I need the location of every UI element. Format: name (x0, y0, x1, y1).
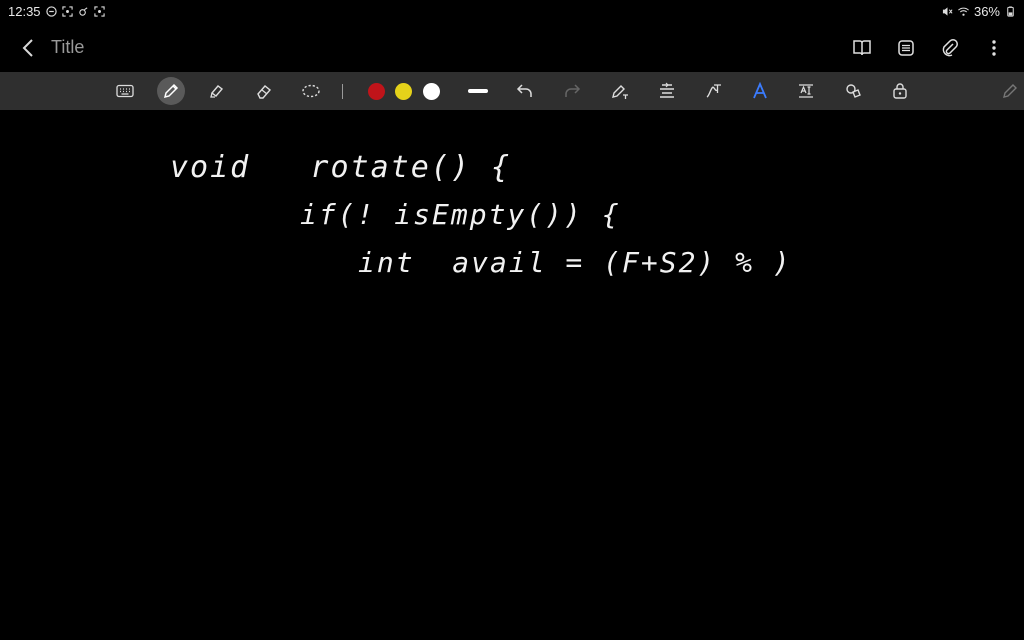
book-view-button[interactable] (848, 36, 876, 60)
attachment-icon (942, 39, 958, 57)
undo-icon (516, 84, 532, 97)
battery-percent: 36% (973, 4, 1000, 19)
shapes-icon (846, 84, 861, 98)
chevron-left-icon (22, 39, 33, 57)
do-not-disturb-icon (45, 6, 57, 17)
status-time: 12:35 (8, 4, 41, 19)
stroke-width-icon (468, 89, 488, 93)
book-view-icon (853, 40, 871, 56)
color-swatch-dot (394, 82, 412, 100)
color-swatch-red[interactable] (362, 77, 390, 105)
toolbar-divider (342, 84, 343, 99)
color-swatch-dot (367, 82, 385, 100)
mute-icon (942, 6, 953, 17)
drawing-toolbar (0, 72, 1024, 110)
lock-button[interactable] (886, 77, 914, 105)
handwritten-line: if(! isEmpty()) { (300, 198, 621, 231)
highlighter-icon (210, 85, 224, 98)
pen-tool-button[interactable] (157, 77, 185, 105)
cast-icon (78, 6, 89, 17)
undo-button[interactable] (511, 77, 539, 105)
shapes-button[interactable] (839, 77, 867, 105)
screenshot-icon (61, 6, 73, 17)
color-swatch-white[interactable] (417, 77, 445, 105)
color-swatch-dot (422, 82, 440, 100)
highlighter-tool-button[interactable] (203, 77, 231, 105)
text-align-button[interactable] (653, 77, 681, 105)
keyboard-button[interactable] (111, 77, 139, 105)
redo-icon (565, 84, 581, 97)
pen-to-text-button[interactable] (606, 77, 634, 105)
pen-to-text-icon (612, 85, 628, 99)
title-bar: Title (0, 24, 1024, 72)
text-style-icon (753, 82, 767, 99)
edit-icon (1003, 84, 1017, 98)
redo-button[interactable] (558, 77, 586, 105)
handwritten-line: int avail = (F+S2) % ) (358, 246, 792, 279)
lasso-tool-button[interactable] (297, 77, 325, 105)
more-options-button[interactable] (980, 36, 1008, 60)
battery-icon (1005, 6, 1016, 17)
page-list-icon (898, 40, 914, 56)
stroke-width-button[interactable] (464, 77, 492, 105)
note-canvas[interactable]: void rotate() { if(! isEmpty()) { int av… (0, 110, 1024, 640)
page-list-button[interactable] (892, 36, 920, 60)
handwriting-text-button[interactable] (699, 77, 727, 105)
pen-icon (163, 83, 179, 99)
note-title[interactable]: Title (51, 37, 84, 58)
keyboard-icon (116, 84, 134, 98)
text-box-icon (799, 84, 813, 98)
text-align-icon (660, 82, 674, 98)
more-options-icon (992, 40, 996, 56)
wifi-icon (958, 6, 969, 17)
color-swatch-yellow[interactable] (389, 77, 417, 105)
attachment-button[interactable] (936, 36, 964, 60)
eraser-tool-button[interactable] (250, 77, 278, 105)
text-style-button[interactable] (746, 77, 774, 105)
handwriting-text-icon (706, 84, 721, 98)
lasso-icon (302, 84, 320, 98)
back-button[interactable] (18, 36, 38, 60)
lock-icon (893, 83, 907, 99)
eraser-icon (257, 85, 272, 99)
status-bar: 12:35 36% (0, 0, 1024, 24)
screenshot-icon (93, 6, 105, 17)
handwritten-line: void rotate() { (170, 150, 512, 185)
edit-mode-button[interactable] (996, 77, 1024, 105)
text-box-button[interactable] (792, 77, 820, 105)
